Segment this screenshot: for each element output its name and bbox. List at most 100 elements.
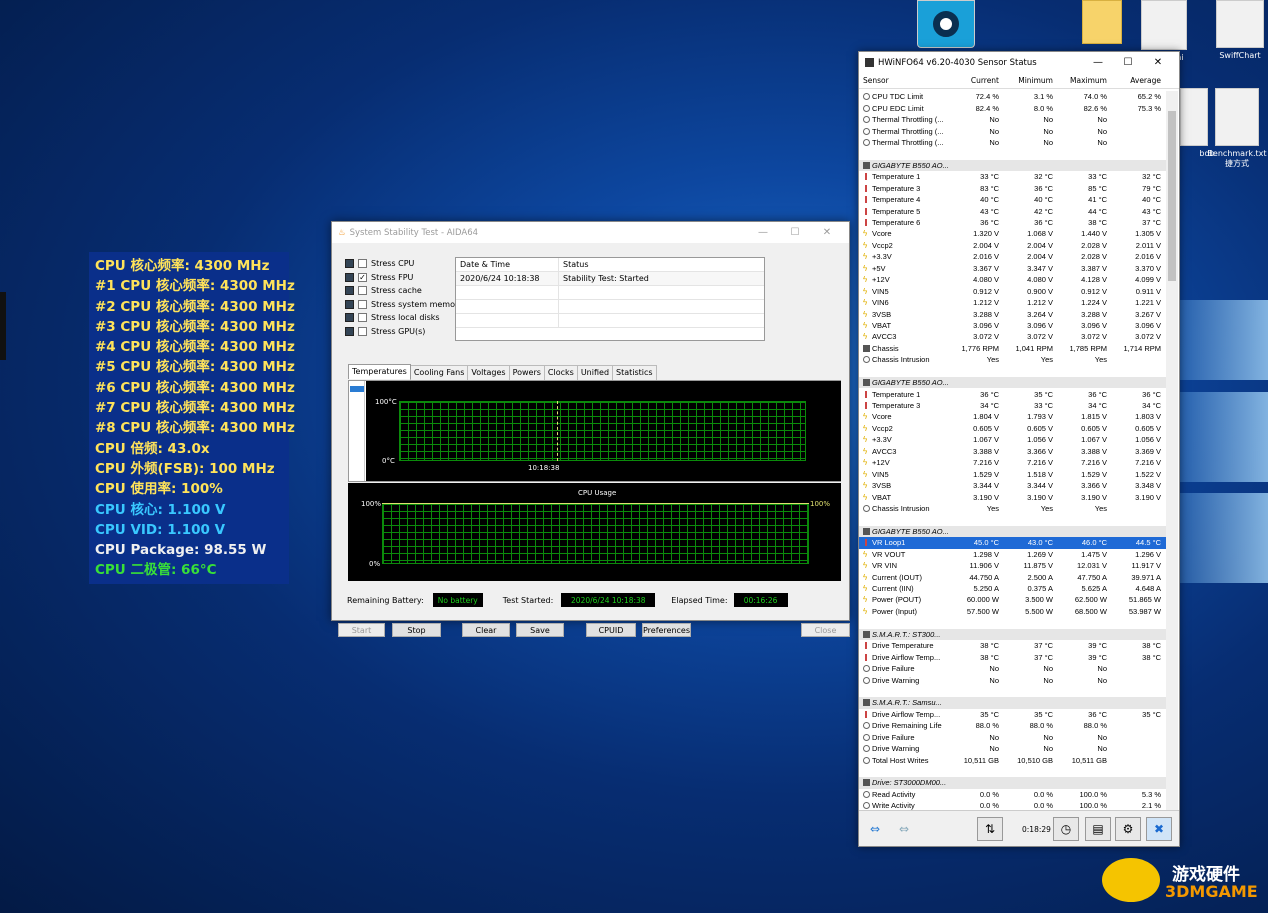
sensor-row[interactable]: Thermal Throttling (... No No No — [859, 114, 1166, 125]
sensor-row[interactable]: ϟ AVCC3 3.072 V 3.072 V 3.072 V 3.072 V — [859, 331, 1166, 342]
close-sensors-icon[interactable]: ✖ — [1146, 817, 1172, 841]
clock-icon[interactable]: ◷ — [1053, 817, 1079, 841]
sensor-row[interactable]: ϟ Current (IIN) 5.250 A 0.375 A 5.625 A 4.648… — [859, 583, 1166, 594]
checkbox[interactable] — [358, 286, 367, 296]
scroll-thumb[interactable] — [1168, 111, 1176, 281]
stop-button[interactable]: Stop — [392, 623, 441, 637]
minimize-icon[interactable]: — — [1083, 57, 1113, 68]
col-sensor[interactable]: Sensor — [859, 76, 947, 85]
sensor-row[interactable]: Thermal Throttling (... No No No — [859, 125, 1166, 136]
sensor-row[interactable]: Temperature 5 43 °C 42 °C 44 °C 43 °C — [859, 205, 1166, 216]
desktop-icon-disc[interactable] — [916, 0, 976, 51]
tab[interactable]: Clocks — [543, 365, 578, 380]
col-maximum[interactable]: Maximum — [1055, 76, 1109, 85]
checkbox[interactable] — [358, 313, 367, 323]
close-icon[interactable]: ✕ — [811, 227, 843, 238]
sensor-row[interactable]: Drive Remaining Life 88.0 % 88.0 % 88.0 % — [859, 720, 1166, 731]
close-button[interactable]: Close — [801, 623, 850, 637]
sensor-row[interactable]: ϟ 3VSB 3.344 V 3.344 V 3.366 V 3.348 V — [859, 480, 1166, 491]
sensor-row[interactable]: CPU EDC Limit 82.4 % 8.0 % 82.6 % 75.3 % — [859, 102, 1166, 113]
scrollbar[interactable] — [1166, 91, 1178, 811]
desktop-icon-folder[interactable] — [1072, 0, 1132, 47]
stress-option[interactable]: Stress CPU — [345, 257, 463, 271]
sensor-row[interactable]: ϟ VIN5 1.529 V 1.518 V 1.529 V 1.522 V — [859, 468, 1166, 479]
sensor-row[interactable]: Thermal Throttling (... No No No — [859, 137, 1166, 148]
sensor-group-header[interactable]: GIGABYTE B550 AO... — [859, 159, 1166, 172]
sensor-row[interactable]: ϟ Vcore 1.320 V 1.068 V 1.440 V 1.305 V — [859, 228, 1166, 239]
col-current[interactable]: Current — [947, 76, 1001, 85]
desktop-icon-benchmark[interactable]: Benchmark.txt 捷方式 — [1206, 88, 1268, 169]
minimize-icon[interactable]: — — [747, 227, 779, 238]
col-minimum[interactable]: Minimum — [1001, 76, 1055, 85]
col-average[interactable]: Average — [1109, 76, 1163, 85]
nav-arrows-icon[interactable]: ⇔ — [862, 817, 888, 841]
sensor-row[interactable]: ϟ VR VOUT 1.298 V 1.269 V 1.475 V 1.296 V — [859, 549, 1166, 560]
sensor-row[interactable]: ϟ +5V 3.367 V 3.347 V 3.387 V 3.370 V — [859, 263, 1166, 274]
stress-option[interactable]: Stress cache — [345, 284, 463, 298]
settings-icon[interactable]: ⚙ — [1115, 817, 1141, 841]
sensor-row[interactable]: ϟ VIN6 1.212 V 1.212 V 1.224 V 1.221 V — [859, 297, 1166, 308]
sensor-row[interactable]: Temperature 6 36 °C 36 °C 38 °C 37 °C — [859, 217, 1166, 228]
tab[interactable]: Unified — [576, 365, 614, 380]
sensor-row[interactable]: Chassis 1,776 RPM 1,041 RPM 1,785 RPM 1,714 … — [859, 343, 1166, 354]
sensor-select-list[interactable] — [349, 381, 365, 481]
sensor-row[interactable]: ϟ Current (IOUT) 44.750 A 2.500 A 47.750 A 39… — [859, 571, 1166, 582]
close-icon[interactable]: ✕ — [1143, 57, 1173, 68]
sensor-row[interactable]: Drive Warning No No No — [859, 674, 1166, 685]
sensor-row[interactable]: ϟ +12V 7.216 V 7.216 V 7.216 V 7.216 V — [859, 457, 1166, 468]
maximize-icon[interactable]: ☐ — [1113, 57, 1143, 68]
sensor-row[interactable]: Drive Warning No No No — [859, 743, 1166, 754]
sensor-row[interactable]: Temperature 3 83 °C 36 °C 85 °C 79 °C — [859, 183, 1166, 194]
sensor-group-header[interactable]: S.M.A.R.T.: Samsu... — [859, 697, 1166, 709]
sensor-row[interactable]: ϟ +3.3V 2.016 V 2.004 V 2.028 V 2.016 V — [859, 251, 1166, 262]
sensor-row[interactable]: ϟ 3VSB 3.288 V 3.264 V 3.288 V 3.267 V — [859, 308, 1166, 319]
sensor-row[interactable]: ϟ +3.3V 1.067 V 1.056 V 1.067 V 1.056 V — [859, 434, 1166, 445]
sensor-row[interactable]: ϟ VR VIN 11.906 V 11.875 V 12.031 V 11.917 V — [859, 560, 1166, 571]
checkbox[interactable]: ✓ — [358, 272, 367, 282]
tab[interactable]: Statistics — [612, 365, 657, 380]
desktop-icon-swiffchart[interactable]: SwiffChart — [1210, 0, 1268, 61]
network-icon[interactable]: ⇅ — [977, 817, 1003, 841]
sensor-group-header[interactable]: GIGABYTE B550 AO... — [859, 376, 1166, 389]
start-button[interactable]: Start — [338, 623, 385, 637]
sensor-row[interactable]: VR Loop1 45.0 °C 43.0 °C 46.0 °C 44.5 °C — [859, 537, 1166, 549]
sensor-row[interactable]: Total Host Writes 10,511 GB 10,510 GB 10,51… — [859, 754, 1166, 765]
sensor-row[interactable]: Temperature 1 36 °C 35 °C 36 °C 36 °C — [859, 388, 1166, 399]
tab[interactable]: Temperatures — [348, 364, 411, 379]
sensor-row[interactable]: Drive Failure No No No — [859, 663, 1166, 674]
sensor-row[interactable]: Read Activity 0.0 % 0.0 % 100.0 % 5.3 % — [859, 789, 1166, 800]
sensor-row[interactable]: ϟ +12V 4.080 V 4.080 V 4.128 V 4.099 V — [859, 274, 1166, 285]
add-report-icon[interactable]: ▤ — [1085, 817, 1111, 841]
sensor-row[interactable]: ϟ Power (Input) 57.500 W 5.500 W 68.500 W 53.… — [859, 606, 1166, 617]
sensor-group-header[interactable]: GIGABYTE B550 AO... — [859, 525, 1166, 538]
stress-option[interactable]: ✓ Stress FPU — [345, 271, 463, 285]
sensor-row[interactable]: ϟ AVCC3 3.388 V 3.366 V 3.388 V 3.369 V — [859, 446, 1166, 457]
sensor-row[interactable]: Chassis Intrusion Yes Yes Yes — [859, 354, 1166, 365]
sensor-row[interactable]: ϟ VBAT 3.190 V 3.190 V 3.190 V 3.190 V — [859, 491, 1166, 502]
tab[interactable]: Cooling Fans — [409, 365, 469, 380]
sensor-row[interactable]: ϟ Vcore 1.804 V 1.793 V 1.815 V 1.803 V — [859, 411, 1166, 422]
sensor-group-header[interactable]: S.M.A.R.T.: ST300... — [859, 628, 1166, 640]
preferences-button[interactable]: Preferences — [642, 623, 691, 637]
clear-button[interactable]: Clear — [462, 623, 510, 637]
sensor-row[interactable]: ϟ Vccp2 2.004 V 2.004 V 2.028 V 2.011 V — [859, 240, 1166, 251]
stress-option[interactable]: Stress GPU(s) — [345, 325, 463, 339]
sensor-row[interactable]: CPU TDC Limit 72.4 % 3.1 % 74.0 % 65.2 % — [859, 91, 1166, 102]
sensor-row[interactable]: Chassis Intrusion Yes Yes Yes — [859, 503, 1166, 514]
nav-arrows-secondary-icon[interactable]: ⇔ — [891, 817, 917, 841]
sensor-row[interactable]: ϟ Vccp2 0.605 V 0.605 V 0.605 V 0.605 V — [859, 423, 1166, 434]
maximize-icon[interactable]: ☐ — [779, 227, 811, 238]
stress-option[interactable]: Stress local disks — [345, 311, 463, 325]
aida-titlebar[interactable]: ♨ System Stability Test - AIDA64 — ☐ ✕ — [332, 222, 849, 243]
sensor-row[interactable]: Temperature 1 33 °C 32 °C 33 °C 32 °C — [859, 171, 1166, 182]
stress-option[interactable]: Stress system memory — [345, 298, 463, 312]
sensor-row[interactable]: Drive Airflow Temp... 38 °C 37 °C 39 °C 38 °… — [859, 651, 1166, 662]
sensor-row[interactable]: ϟ VIN5 0.912 V 0.900 V 0.912 V 0.911 V — [859, 285, 1166, 296]
hwinfo-titlebar[interactable]: HWiNFO64 v6.20-4030 Sensor Status — ☐ ✕ — [859, 52, 1179, 73]
sensor-row[interactable]: Temperature 3 34 °C 33 °C 34 °C 34 °C — [859, 400, 1166, 411]
save-button[interactable]: Save — [516, 623, 564, 637]
sensor-row[interactable]: ϟ Power (POUT) 60.000 W 3.500 W 62.500 W 51.8… — [859, 594, 1166, 605]
sensor-group-header[interactable]: Drive: ST3000DM00... — [859, 777, 1166, 789]
checkbox[interactable] — [358, 259, 367, 269]
aida64-stability-window[interactable]: ♨ System Stability Test - AIDA64 — ☐ ✕ S… — [331, 221, 850, 637]
